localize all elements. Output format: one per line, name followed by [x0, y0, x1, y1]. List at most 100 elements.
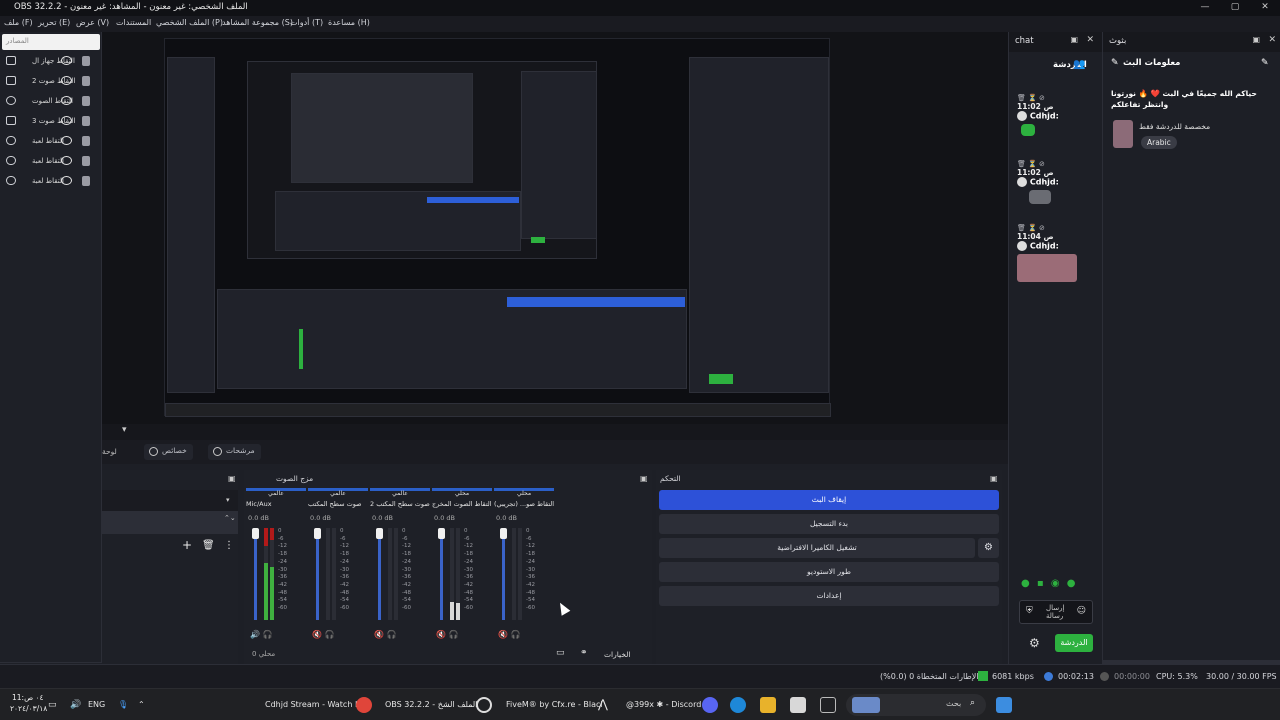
mixer-options-button[interactable]: الخيارات: [604, 650, 631, 659]
taskbar-app-obs[interactable]: OBS 32.2.2 - الملف الشخ: [385, 700, 477, 709]
shield-icon[interactable]: ⛨: [1026, 606, 1033, 616]
float-icon[interactable]: ▣: [1070, 35, 1078, 44]
eye-icon[interactable]: [61, 96, 72, 105]
filters-button[interactable]: مرشحات: [208, 444, 261, 460]
eye-icon[interactable]: [61, 176, 72, 185]
message-tools[interactable]: 🗑 ⏳ ⊘: [1017, 224, 1097, 232]
task-view-icon[interactable]: [820, 697, 836, 713]
discord-icon[interactable]: [702, 697, 718, 713]
message-user[interactable]: Cdhjd:: [1030, 242, 1059, 251]
message-tools[interactable]: 🗑 ⏳ ⊘: [1017, 94, 1097, 102]
chevron-down-icon[interactable]: ▾: [122, 425, 127, 435]
source-item[interactable]: التقاط جهاز ال: [4, 54, 98, 70]
maximize-button[interactable]: ▢: [1220, 0, 1250, 15]
source-item[interactable]: التقاط لعبة: [4, 174, 98, 190]
language-badge[interactable]: Arabic: [1141, 136, 1177, 149]
settings-button[interactable]: إعدادات: [659, 586, 999, 606]
muted-speaker-icon[interactable]: 🔇: [312, 630, 322, 639]
volume-slider[interactable]: [438, 528, 445, 620]
close-icon[interactable]: ✕: [1086, 35, 1094, 45]
lock-icon[interactable]: [82, 56, 90, 66]
chevron-up-icon[interactable]: ⌃: [138, 700, 145, 709]
lock-icon[interactable]: [82, 76, 90, 86]
menu-edit[interactable]: تحرير (E): [38, 18, 70, 27]
taskbar-app-discord[interactable]: @399x ✱ - Discord: [626, 700, 701, 709]
chat-input[interactable]: إرسال رسالة ⛨ ☺: [1019, 600, 1093, 624]
menu-docks[interactable]: المستندات: [116, 18, 151, 27]
float-icon[interactable]: ▣: [1252, 35, 1260, 44]
lock-icon[interactable]: [82, 116, 90, 126]
close-button[interactable]: ✕: [1250, 0, 1280, 15]
speaker-icon[interactable]: 🔊: [250, 630, 260, 639]
language-indicator[interactable]: ENG: [88, 700, 105, 709]
muted-speaker-icon[interactable]: 🔇: [436, 630, 446, 639]
source-item[interactable]: التقاط لعبة: [4, 154, 98, 170]
close-icon[interactable]: ✕: [1268, 35, 1276, 45]
menu-help[interactable]: مساعدة (H): [328, 18, 370, 27]
more-icon[interactable]: ⋮: [224, 540, 234, 551]
clock-date[interactable]: ٢٠٢٤/٠٣/١٨: [10, 704, 47, 713]
message-user[interactable]: Cdhjd:: [1030, 178, 1059, 187]
properties-button[interactable]: خصائص: [144, 444, 193, 460]
gear-icon[interactable]: ⚙: [1029, 636, 1040, 650]
edge-icon[interactable]: [730, 697, 746, 713]
chrome-icon[interactable]: [356, 697, 372, 713]
source-item[interactable]: التقاط صوت 2: [4, 74, 98, 90]
volume-slider[interactable]: [500, 528, 507, 620]
menu-file[interactable]: ملف (F): [4, 18, 33, 27]
store-icon[interactable]: [790, 697, 806, 713]
lock-icon[interactable]: [82, 176, 90, 186]
menu-tools[interactable]: أدوات (T): [290, 18, 323, 27]
menu-scene-collection[interactable]: مجموعة المشاهد (S): [222, 18, 293, 27]
headphones-icon[interactable]: 🎧: [449, 630, 459, 639]
clock-time[interactable]: 11:٠٤ ص: [12, 693, 44, 703]
message-user[interactable]: Cdhjd:: [1030, 112, 1059, 121]
gear-icon[interactable]: ⚙: [978, 538, 999, 558]
menu-profile[interactable]: الملف الشخصي (P): [156, 18, 223, 27]
volume-icon[interactable]: 🔊: [70, 700, 81, 710]
headphones-icon[interactable]: 🎧: [325, 630, 335, 639]
dock-menu-icon[interactable]: ▣: [640, 474, 648, 483]
source-item[interactable]: التقاط لعبة: [4, 134, 98, 150]
windows-start-icon[interactable]: [996, 697, 1012, 713]
chevron-updown-icon[interactable]: ⌃⌄: [224, 514, 236, 522]
dock-menu-icon[interactable]: ▣: [228, 474, 236, 483]
minimize-button[interactable]: —: [1190, 0, 1220, 15]
dock-menu-icon[interactable]: ▣: [990, 474, 998, 483]
lock-icon[interactable]: [82, 136, 90, 146]
scene-item[interactable]: ⌃⌄: [102, 512, 238, 534]
link-icon[interactable]: ⚭: [580, 648, 588, 658]
chat-send-button[interactable]: الدردشة: [1055, 634, 1093, 652]
users-icon[interactable]: 👥: [1073, 59, 1085, 70]
headphones-icon[interactable]: 🎧: [263, 630, 273, 639]
muted-speaker-icon[interactable]: 🔇: [498, 630, 508, 639]
source-item[interactable]: التقاط الصوت: [4, 94, 98, 110]
volume-slider[interactable]: [252, 528, 259, 620]
folder-icon[interactable]: [760, 697, 776, 713]
message-tools[interactable]: 🗑 ⏳ ⊘: [1017, 160, 1097, 168]
lock-icon[interactable]: [82, 96, 90, 106]
preview-canvas[interactable]: [102, 32, 1008, 424]
eye-icon[interactable]: [61, 76, 72, 85]
menu-view[interactable]: عرض (V): [76, 18, 109, 27]
chevron-down-icon[interactable]: ▾: [226, 496, 230, 504]
eye-icon[interactable]: [61, 116, 72, 125]
studio-mode-button[interactable]: طور الاستوديو: [659, 562, 999, 582]
eye-icon[interactable]: [61, 156, 72, 165]
notification-icon[interactable]: ▭: [48, 700, 57, 710]
fivem-icon[interactable]: ⋀: [598, 697, 608, 711]
source-item[interactable]: التقاط صوت 3: [4, 114, 98, 130]
obs-icon[interactable]: [476, 697, 492, 713]
stop-stream-button[interactable]: إيقاف البث: [659, 490, 999, 510]
start-recording-button[interactable]: بدء التسجيل: [659, 514, 999, 534]
trash-icon[interactable]: 🗑: [202, 540, 215, 551]
emote-bar[interactable]: ● ▪ ◉ ●: [1021, 578, 1078, 589]
layout-icon[interactable]: ▭: [556, 648, 565, 658]
headphones-icon[interactable]: 🎧: [387, 630, 397, 639]
volume-slider[interactable]: [314, 528, 321, 620]
taskbar-app-fivem[interactable]: FiveM® by Cfx.re - Blacl: [506, 700, 603, 709]
taskbar-search[interactable]: بحث ⌕: [846, 694, 986, 716]
lock-icon[interactable]: [82, 156, 90, 166]
headphones-icon[interactable]: 🎧: [511, 630, 521, 639]
scene-item[interactable]: ▾: [102, 490, 238, 512]
